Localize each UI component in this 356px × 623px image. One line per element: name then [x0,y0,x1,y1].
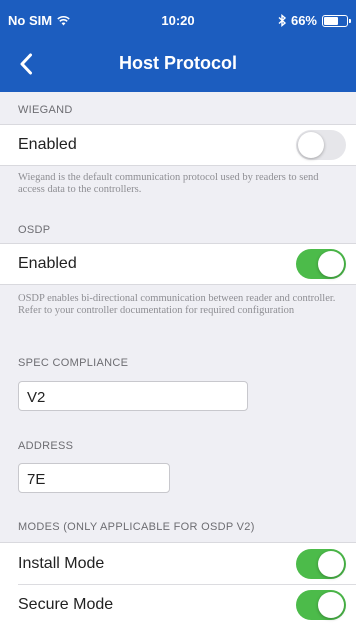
osdp-enabled-toggle[interactable] [296,249,346,279]
modes-section-header: MODES (ONLY APPLICABLE FOR OSDP V2) [18,521,255,533]
address-header: ADDRESS [18,440,74,452]
wiegand-section-header: WIEGAND [18,104,73,116]
osdp-enabled-label: Enabled [18,255,77,272]
modes-group: Install Mode Secure Mode [0,542,356,623]
battery-percent: 66% [290,13,317,28]
install-mode-label: Install Mode [18,555,105,572]
wiegand-enabled-label: Enabled [18,136,77,153]
wiegand-enabled-toggle[interactable] [296,130,346,160]
bluetooth-icon [278,14,286,27]
secure-mode-label: Secure Mode [18,596,114,613]
install-mode-toggle[interactable] [296,549,346,579]
address-field[interactable]: 7E [18,463,170,493]
secure-mode-toggle[interactable] [296,590,346,620]
status-bar: No SIM 10:20 66% [0,0,356,40]
page-title: Host Protocol [118,53,237,73]
battery-icon [322,14,351,27]
spec-compliance-header: SPEC COMPLIANCE [18,357,129,369]
osdp-description: OSDP enables bi-directional communicatio… [18,293,336,316]
app-header: No SIM 10:20 66% Host Protocol [0,0,356,92]
wiegand-description: Wiegand is the default communication pro… [18,172,319,195]
modes-divider [18,584,356,585]
battery-fill [324,16,338,25]
spec-compliance-field[interactable]: V2 [18,381,248,411]
wiegand-enabled-row: Enabled [0,124,356,166]
osdp-enabled-row: Enabled [0,243,356,285]
osdp-section-header: OSDP [18,224,51,236]
status-right: 66% [278,13,351,28]
nav-bar: Host Protocol [0,40,356,92]
